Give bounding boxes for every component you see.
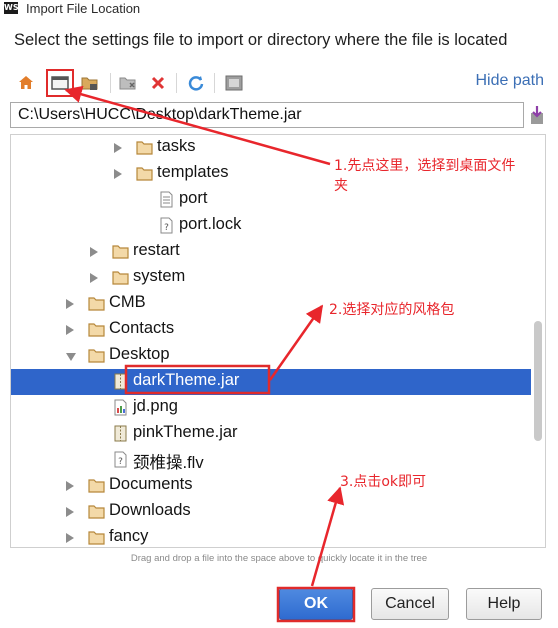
expanded-arrow-icon[interactable]	[66, 353, 76, 361]
tree-item-label: 颈椎操.flv	[133, 454, 204, 472]
tree-row[interactable]: Desktop	[11, 343, 531, 369]
help-button[interactable]: Help	[466, 588, 542, 620]
project-folder-icon[interactable]	[78, 71, 102, 95]
jar-archive-icon	[114, 373, 127, 390]
folder-icon	[88, 478, 105, 493]
collapsed-arrow-icon[interactable]	[66, 325, 74, 335]
tree-item-label: system	[133, 267, 186, 285]
new-folder-icon[interactable]	[116, 71, 140, 95]
tree-item-label: tasks	[157, 137, 196, 155]
annotation-step1: 1.先点这里，选择到桌面文件 夹	[334, 156, 515, 196]
collapsed-arrow-icon[interactable]	[90, 273, 98, 283]
collapsed-arrow-icon[interactable]	[90, 247, 98, 257]
folder-icon	[136, 140, 153, 155]
tree-item-label: port	[179, 189, 208, 207]
tree-row[interactable]: restart	[11, 239, 531, 265]
toolbar-separator	[214, 73, 215, 93]
collapsed-arrow-icon[interactable]	[66, 481, 74, 491]
tree-item-label: templates	[157, 163, 229, 181]
tree-item-label: Contacts	[109, 319, 175, 337]
cancel-button[interactable]: Cancel	[371, 588, 449, 620]
tree-item-label: fancy	[109, 527, 149, 545]
scrollbar-thumb[interactable]	[534, 321, 542, 441]
path-input[interactable]: C:\Users\HUCC\Desktop\darkTheme.jar	[10, 102, 524, 128]
dialog-description: Select the settings file to import or di…	[14, 31, 508, 49]
tree-row[interactable]: ? 颈椎操.flv	[11, 447, 531, 473]
folder-icon	[88, 296, 105, 311]
annotation-step1-line2: 夹	[334, 178, 348, 194]
jar-archive-icon	[114, 425, 127, 442]
tree-item-label: CMB	[109, 293, 146, 311]
tree-item-label: darkTheme.jar	[133, 371, 240, 389]
unknown-file-icon: ?	[160, 217, 173, 234]
tree-row[interactable]: jd.png	[11, 395, 531, 421]
tree-item-label: jd.png	[133, 397, 178, 415]
unknown-file-icon: ?	[114, 451, 127, 468]
tree-item-label: port.lock	[179, 215, 242, 233]
tree-row[interactable]: Contacts	[11, 317, 531, 343]
refresh-icon[interactable]	[184, 71, 208, 95]
webstorm-logo-icon: WS	[4, 2, 19, 14]
tree-row[interactable]: darkTheme.jar	[11, 369, 531, 395]
folder-icon	[112, 244, 129, 259]
toolbar-separator	[176, 73, 177, 93]
window-title: Import File Location	[26, 0, 141, 16]
annotation-step3: 3.点击ok即可	[340, 474, 427, 490]
folder-icon	[88, 530, 105, 545]
svg-text:?: ?	[164, 223, 169, 233]
drag-drop-hint: Drag and drop a file into the space abov…	[130, 553, 428, 564]
tree-row[interactable]: system	[11, 265, 531, 291]
folder-icon	[88, 348, 105, 363]
tree-item-label: restart	[133, 241, 180, 259]
tree-row[interactable]: Downloads	[11, 499, 531, 525]
annotation-step2: 2.选择对应的风格包	[329, 302, 455, 318]
delete-icon[interactable]	[146, 71, 170, 95]
image-file-icon	[114, 399, 127, 416]
ok-button[interactable]: OK	[279, 588, 353, 620]
tree-row[interactable]: pinkTheme.jar	[11, 421, 531, 447]
home-icon[interactable]	[14, 71, 38, 95]
tree-row[interactable]: fancy	[11, 525, 531, 547]
collapsed-arrow-icon[interactable]	[114, 143, 122, 153]
title-bar: WS Import File Location	[0, 0, 558, 16]
toolbar: Hide path	[10, 68, 550, 98]
collapsed-arrow-icon[interactable]	[66, 507, 74, 517]
tree-item-label: Downloads	[109, 501, 191, 519]
toolbar-separator	[110, 73, 111, 93]
desktop-icon[interactable]	[46, 69, 74, 97]
tree-row[interactable]: ? port.lock	[11, 213, 531, 239]
tree-item-label: pinkTheme.jar	[133, 423, 238, 441]
folder-icon	[136, 166, 153, 181]
hide-path-link[interactable]: Hide path	[476, 72, 545, 90]
tree-row[interactable]: Documents	[11, 473, 531, 499]
svg-text:?: ?	[118, 457, 123, 467]
folder-icon	[88, 504, 105, 519]
annotation-step1-line1: 1.先点这里，选择到桌面文件	[334, 158, 516, 174]
path-history-icon[interactable]	[527, 104, 547, 126]
tree-item-label: Desktop	[109, 345, 170, 363]
collapsed-arrow-icon[interactable]	[114, 169, 122, 179]
text-file-icon	[160, 191, 173, 208]
folder-icon	[88, 322, 105, 337]
show-hidden-icon[interactable]	[222, 71, 246, 95]
folder-icon	[112, 270, 129, 285]
collapsed-arrow-icon[interactable]	[66, 299, 74, 309]
collapsed-arrow-icon[interactable]	[66, 533, 74, 543]
tree-item-label: Documents	[109, 475, 193, 493]
tree-scrollbar[interactable]	[531, 135, 545, 547]
file-tree[interactable]: fancy Downloads Documents? 颈椎操.flv pinkTheme…	[10, 134, 546, 548]
